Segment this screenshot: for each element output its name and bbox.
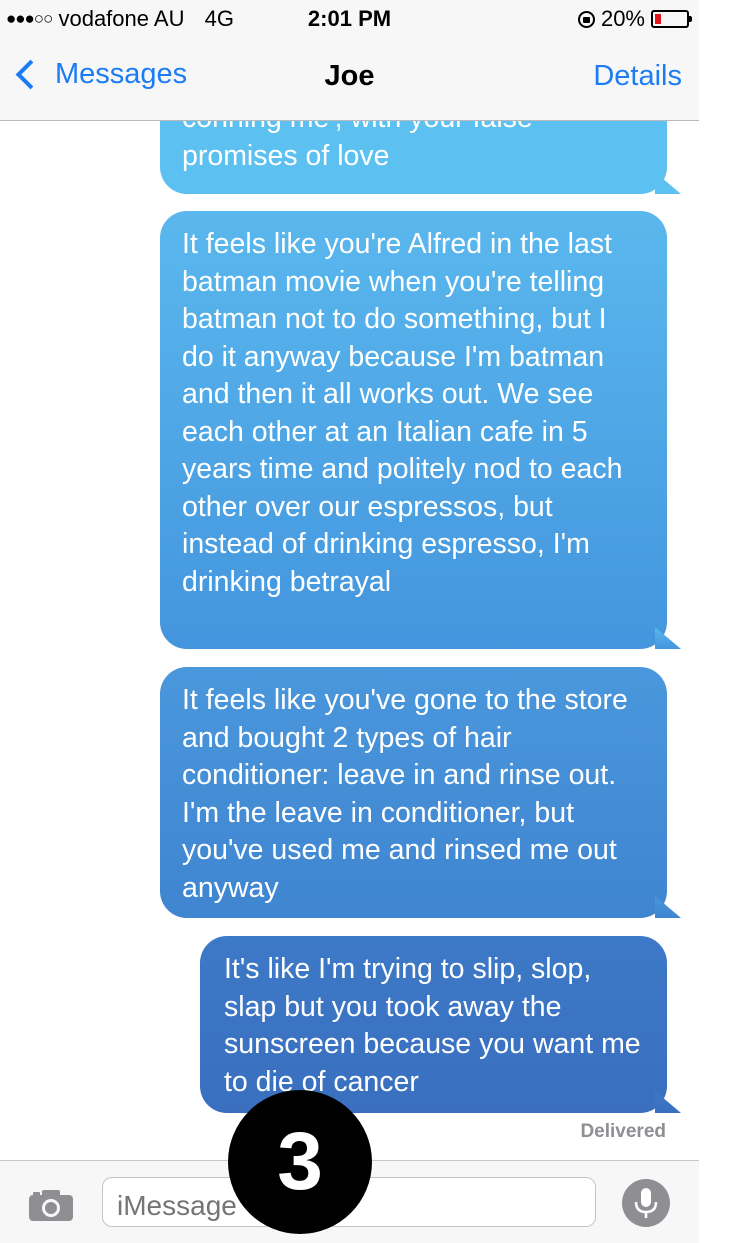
details-button[interactable]: Details (593, 60, 682, 93)
microphone-button[interactable] (622, 1179, 670, 1227)
message-bubble[interactable]: It feels like you've gone to the store a… (160, 667, 667, 918)
camera-button[interactable] (27, 1187, 75, 1223)
message-bubble[interactable]: It feels like you're Alfred in the last … (160, 211, 667, 649)
message-bubble[interactable]: conning me', with your false promises of… (160, 121, 667, 194)
delivery-status: Delivered (580, 1121, 666, 1142)
battery-info: 20% (577, 6, 692, 32)
message-thread[interactable]: conning me', with your false promises of… (0, 121, 699, 1160)
navigation-bar: Messages Joe Details (0, 38, 699, 121)
status-bar: ●●●○○ vodafone AU 4G 2:01 PM 20% (0, 0, 699, 38)
microphone-icon (622, 1179, 670, 1227)
orientation-lock-icon (577, 10, 595, 28)
battery-fill (655, 14, 661, 24)
step-number-badge: 3 (228, 1090, 372, 1234)
messages-screen: ●●●○○ vodafone AU 4G 2:01 PM 20% Message… (0, 0, 699, 1243)
message-bubble[interactable]: It's like I'm trying to slip, slop, slap… (200, 936, 667, 1113)
camera-icon (29, 1190, 73, 1221)
battery-percentage: 20% (600, 6, 645, 31)
battery-icon (651, 10, 692, 28)
